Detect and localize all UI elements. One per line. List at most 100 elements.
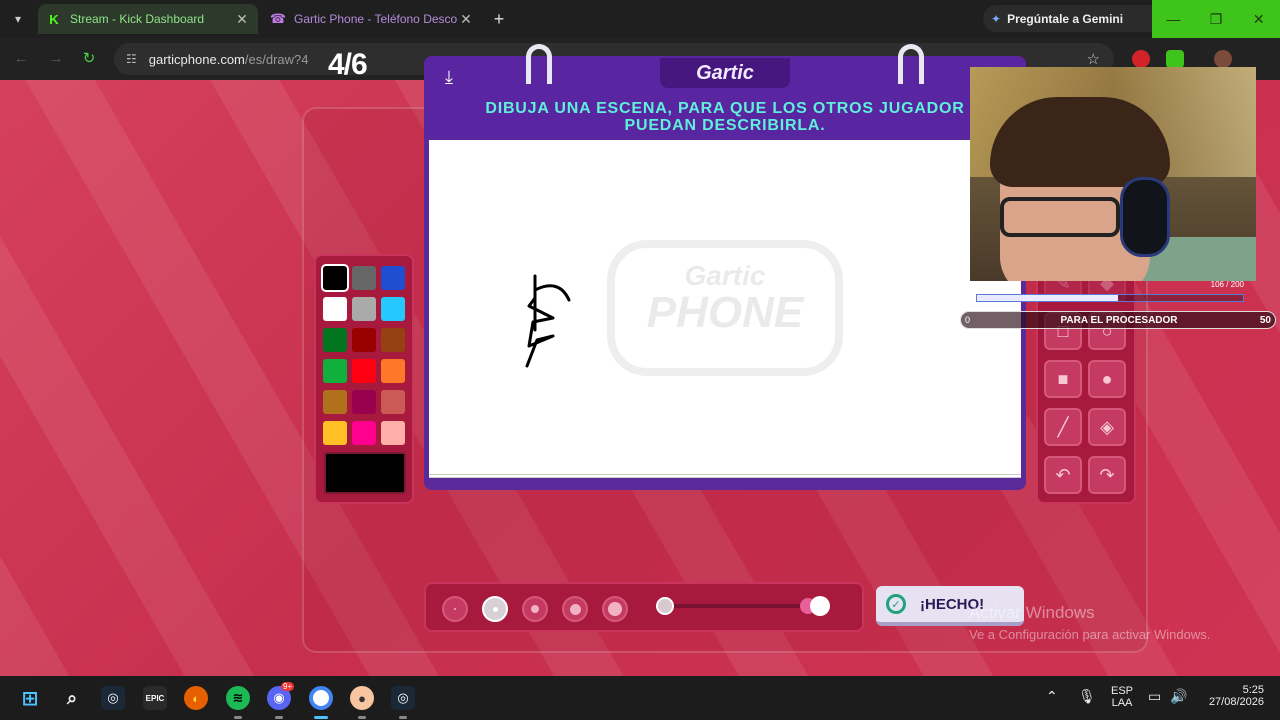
forward-arrow-icon[interactable]: → bbox=[45, 48, 67, 70]
chevron-up-icon[interactable]: ⌃ bbox=[1046, 688, 1058, 705]
tab-gartic-phone[interactable]: ☎ Gartic Phone - Teléfono Descon ✕ bbox=[262, 4, 482, 34]
clock-date: 27/08/2026 bbox=[1208, 696, 1264, 708]
url-path: /es/draw?4 bbox=[244, 51, 309, 67]
color-swatch[interactable] bbox=[352, 390, 376, 414]
tab-kick-dashboard[interactable]: K Stream - Kick Dashboard ✕ bbox=[38, 4, 258, 34]
prompt-header: ⤓ Gartic DIBUJA UNA ESCENA, PARA QUE LOS… bbox=[424, 44, 1026, 138]
app-icon[interactable]: ● bbox=[350, 686, 374, 710]
goal-end: 50 bbox=[1259, 315, 1271, 326]
color-swatch[interactable] bbox=[323, 390, 347, 414]
steam-window-icon[interactable]: ◎ bbox=[391, 686, 415, 710]
checkmark-icon: ✓ bbox=[886, 594, 906, 614]
spotify-icon[interactable]: ≋ bbox=[226, 686, 250, 710]
windows-taskbar: ⊞ ⌕ ◎ EPIC ◐ ≋ ◉ 9+ ● ◎ ⌃ 🎙 ESP LAA ▭ 🔊 … bbox=[0, 676, 1280, 720]
phone-favicon-icon: ☎ bbox=[269, 11, 287, 26]
restore-icon[interactable]: ❐ bbox=[1195, 0, 1238, 38]
opacity-min-icon bbox=[656, 597, 674, 615]
extension-icon[interactable] bbox=[1132, 50, 1150, 68]
color-swatch[interactable] bbox=[323, 297, 347, 321]
watermark-bottom: PHONE bbox=[646, 288, 804, 337]
color-swatch[interactable] bbox=[381, 359, 405, 383]
clock[interactable]: 5:25 27/08/2026 bbox=[1200, 684, 1264, 708]
line-tool-icon[interactable]: ╱ bbox=[1044, 408, 1082, 446]
headset bbox=[1120, 177, 1170, 257]
color-swatch[interactable] bbox=[381, 297, 405, 321]
close-tab-icon[interactable]: ✕ bbox=[458, 11, 474, 28]
window-controls: — ❐ ✕ bbox=[1152, 0, 1280, 38]
color-swatch[interactable] bbox=[323, 359, 347, 383]
clock-time: 5:25 bbox=[1242, 684, 1264, 696]
gemini-button[interactable]: ✦ Pregúntale a Gemini bbox=[983, 5, 1163, 32]
brush-size-button[interactable] bbox=[562, 596, 588, 622]
url-host: garticphone.com bbox=[148, 51, 245, 67]
color-swatch[interactable] bbox=[352, 328, 376, 352]
color-swatch[interactable] bbox=[381, 328, 405, 352]
language-code: ESP bbox=[1110, 685, 1133, 697]
chrome-icon[interactable] bbox=[309, 686, 333, 710]
windows-start-icon[interactable]: ⊞ bbox=[18, 686, 42, 710]
brush-size-button[interactable] bbox=[482, 596, 508, 622]
opacity-slider-handle[interactable] bbox=[810, 596, 830, 616]
brush-size-dot bbox=[569, 603, 581, 615]
microphone-icon[interactable]: 🎙 bbox=[1078, 688, 1096, 705]
current-color-preview bbox=[324, 452, 406, 494]
network-icon[interactable]: ▭ bbox=[1148, 688, 1161, 705]
puzzle-extension-icon[interactable] bbox=[1166, 50, 1184, 68]
active-indicator bbox=[314, 716, 328, 719]
bookmark-star-icon[interactable]: ☆ bbox=[1087, 50, 1100, 68]
color-swatch[interactable] bbox=[352, 421, 376, 445]
opacity-slider-track[interactable] bbox=[664, 604, 816, 608]
brush-size-button[interactable] bbox=[602, 596, 628, 622]
brush-size-dot bbox=[531, 605, 539, 613]
back-arrow-icon[interactable]: ← bbox=[10, 48, 32, 70]
gartic-logo: Gartic bbox=[660, 58, 790, 88]
activate-windows-subtitle: Ve a Configuración para activar Windows. bbox=[969, 627, 1211, 642]
search-icon[interactable]: ⌕ bbox=[60, 686, 84, 710]
running-indicator bbox=[358, 716, 366, 719]
undo-icon[interactable]: ↶ bbox=[1044, 456, 1082, 494]
brush-size-button[interactable] bbox=[442, 596, 468, 622]
color-swatch[interactable] bbox=[323, 328, 347, 352]
drawing-canvas[interactable]: Gartic PHONE bbox=[429, 140, 1021, 478]
new-tab-plus-icon[interactable]: + bbox=[488, 8, 510, 30]
steam-icon[interactable]: ◎ bbox=[101, 686, 125, 710]
color-swatch[interactable] bbox=[381, 390, 405, 414]
color-swatch[interactable] bbox=[352, 297, 376, 321]
color-swatch[interactable] bbox=[323, 421, 347, 445]
running-indicator bbox=[234, 716, 242, 719]
discord-badge: 9+ bbox=[281, 682, 295, 691]
color-swatch[interactable] bbox=[321, 264, 349, 292]
firefox-icon[interactable]: ◐ bbox=[184, 686, 208, 710]
activate-windows-watermark: Activar Windows Ve a Configuración para … bbox=[969, 603, 1210, 642]
profile-avatar[interactable] bbox=[1214, 50, 1232, 68]
drawing-instruction: DIBUJA UNA ESCENA, PARA QUE LOS OTROS JU… bbox=[424, 100, 1026, 134]
color-swatch[interactable] bbox=[352, 359, 376, 383]
rectangle-fill-tool-icon[interactable]: ■ bbox=[1044, 360, 1082, 398]
brush-size-button[interactable] bbox=[522, 596, 548, 622]
reload-icon[interactable]: ↻ bbox=[78, 48, 100, 70]
ellipse-fill-tool-icon[interactable]: ● bbox=[1088, 360, 1126, 398]
tab-search-menu-icon[interactable]: ▾ bbox=[6, 8, 30, 30]
color-swatch[interactable] bbox=[381, 421, 405, 445]
close-window-icon[interactable]: ✕ bbox=[1237, 0, 1280, 38]
color-swatch[interactable] bbox=[381, 266, 405, 290]
epic-games-icon[interactable]: EPIC bbox=[143, 686, 167, 710]
tab-title: Stream - Kick Dashboard bbox=[70, 12, 205, 26]
brush-size-dot bbox=[608, 602, 622, 616]
language-indicator[interactable]: ESP LAA bbox=[1108, 685, 1136, 709]
goal-title: PARA EL PROCESADOR bbox=[1060, 315, 1178, 326]
redo-icon[interactable]: ↷ bbox=[1088, 456, 1126, 494]
download-icon[interactable]: ⤓ bbox=[438, 66, 460, 88]
goal-counter: 106 / 200 bbox=[1210, 280, 1244, 289]
goal-progress-fill bbox=[977, 295, 1118, 301]
site-info-icon[interactable]: ☷ bbox=[126, 52, 137, 66]
webcam-hair bbox=[990, 97, 1170, 187]
minimize-icon[interactable]: — bbox=[1152, 0, 1195, 38]
color-swatch[interactable] bbox=[352, 266, 376, 290]
activate-windows-title: Activar Windows bbox=[969, 603, 1095, 622]
close-tab-icon[interactable]: ✕ bbox=[234, 11, 250, 28]
donation-goal-widget: 0 PARA EL PROCESADOR 50 bbox=[960, 311, 1276, 329]
volume-icon[interactable]: 🔊 bbox=[1170, 688, 1187, 705]
gemini-label: Pregúntale a Gemini bbox=[1007, 11, 1124, 26]
bucket-fill-tool-icon[interactable]: ◈ bbox=[1088, 408, 1126, 446]
